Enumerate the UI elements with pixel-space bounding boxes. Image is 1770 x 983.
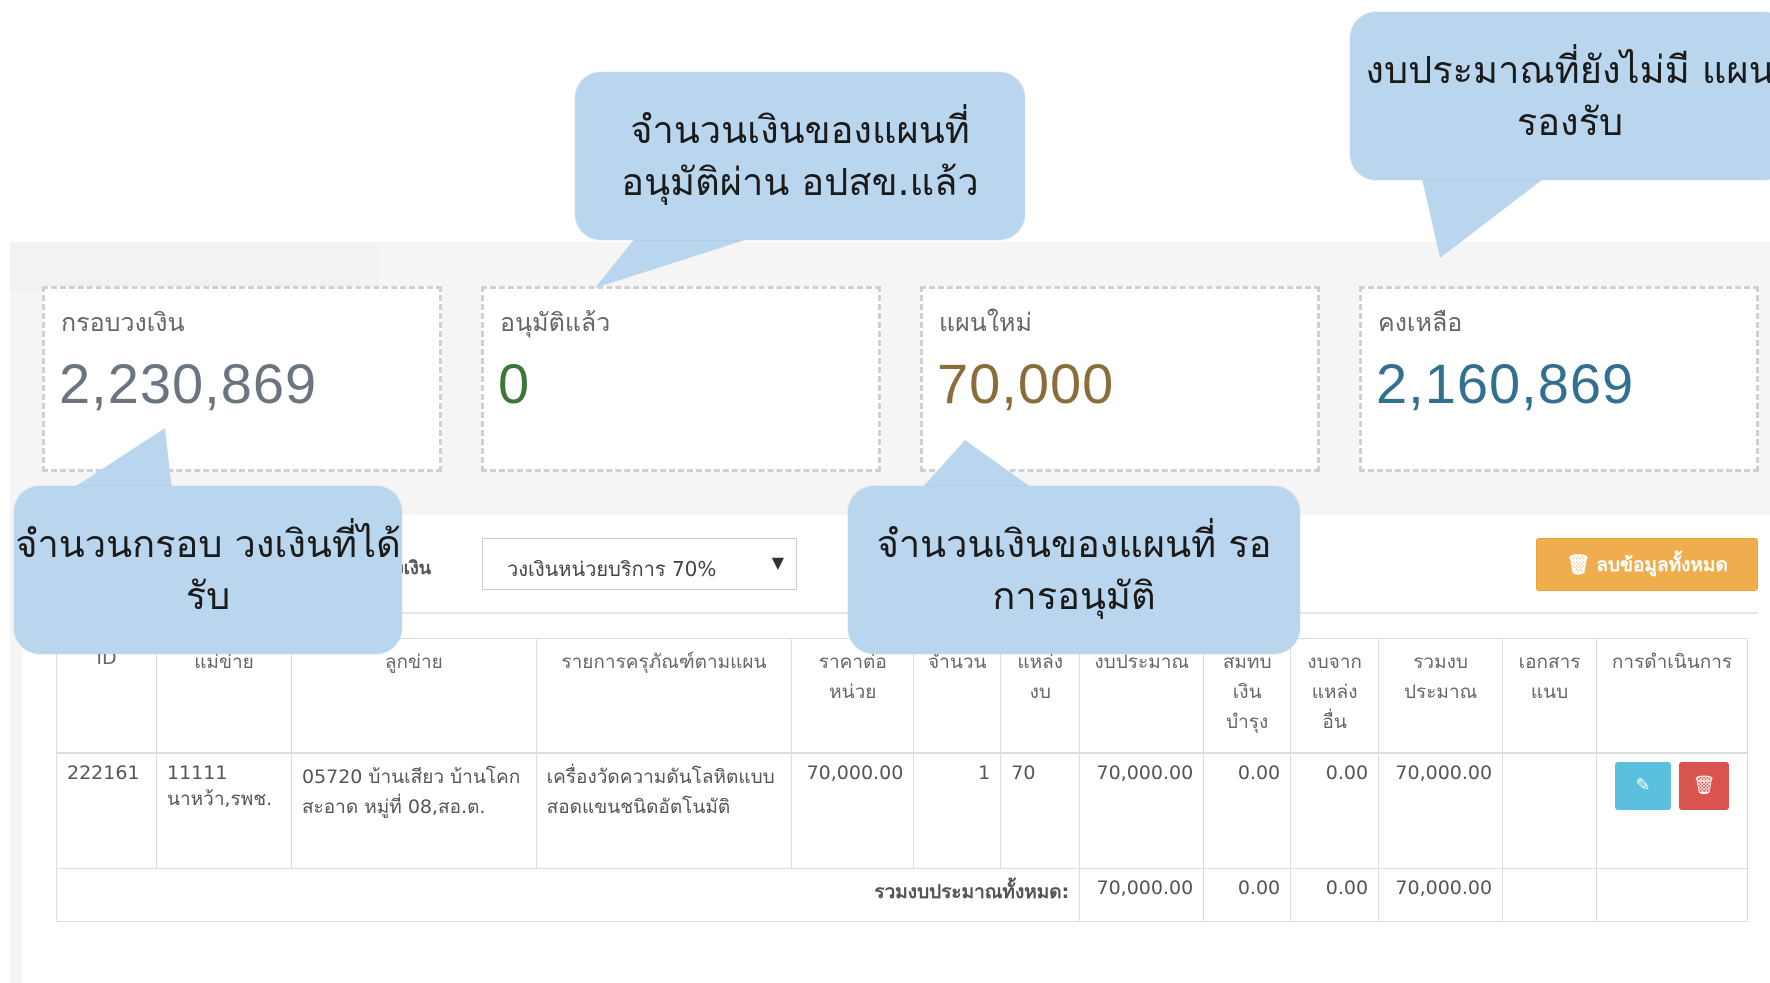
callout-tail-unplanned [1420, 170, 1555, 258]
callout-tail-approved [595, 232, 770, 288]
callout-tail-budget-frame [70, 428, 172, 490]
callout-tail-pending [920, 440, 1035, 490]
callout-unplanned: งบประมาณที่ยังไม่มี แผนรองรับ [1350, 12, 1770, 180]
callout-approved: จำนวนเงินของแผนที่ อนุมัติผ่าน อปสข.แล้ว [575, 72, 1025, 240]
callout-pending: จำนวนเงินของแผนที่ รอการอนุมัติ [848, 486, 1300, 654]
callout-budget-frame: จำนวนกรอบ วงเงินที่ได้รับ [14, 486, 402, 654]
